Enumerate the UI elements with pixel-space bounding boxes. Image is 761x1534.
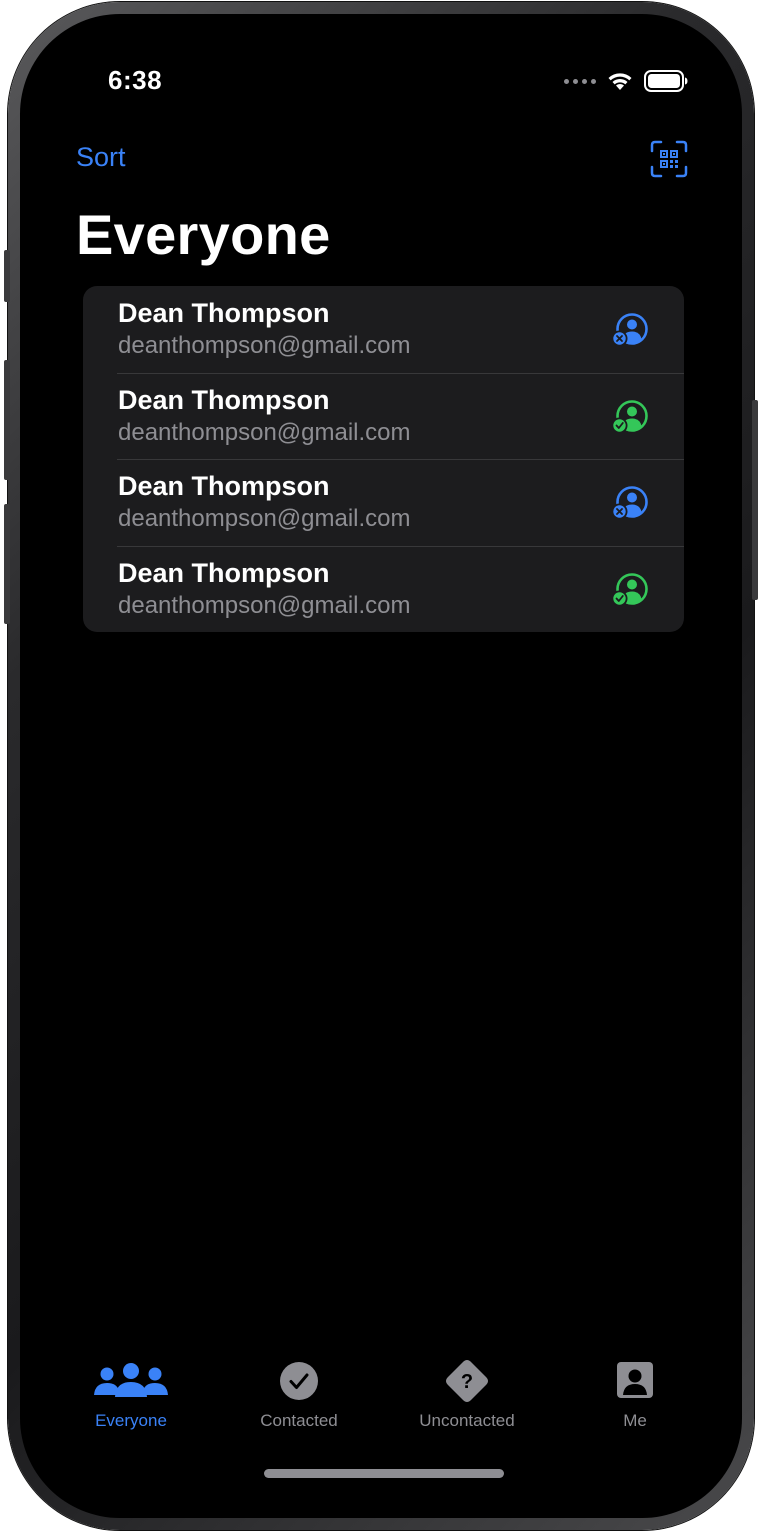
home-indicator[interactable] [264, 1469, 504, 1478]
contact-row[interactable]: Dean Thompson deanthompson@gmail.com [83, 459, 684, 546]
contact-name: Dean Thompson [118, 471, 330, 501]
contact-name: Dean Thompson [118, 298, 330, 328]
contact-email: deanthompson@gmail.com [118, 332, 411, 359]
tab-label: Me [623, 1411, 647, 1430]
people-icon [94, 1363, 168, 1397]
contact-list: Dean Thompson deanthompson@gmail.com Dea… [83, 286, 684, 632]
question-diamond-icon: ? [446, 1360, 488, 1402]
tab-label: Uncontacted [419, 1411, 515, 1430]
contact-row[interactable]: Dean Thompson deanthompson@gmail.com [83, 372, 684, 460]
tab-label: Contacted [260, 1411, 338, 1430]
person-check-icon[interactable] [611, 399, 649, 435]
contact-name: Dean Thompson [118, 557, 330, 588]
status-indicators [564, 70, 688, 92]
battery-icon [644, 70, 688, 92]
qr-scan-icon[interactable] [650, 140, 688, 178]
screen: 6:38 Sort Everyone Dean Thompson deantho… [20, 14, 742, 1518]
contact-row[interactable]: Dean Thompson deanthompson@gmail.com [83, 286, 684, 373]
contact-email: deanthompson@gmail.com [118, 591, 411, 619]
side-button-volume-down [4, 504, 10, 624]
checkmark-circle-icon [280, 1362, 318, 1400]
contact-email: deanthompson@gmail.com [118, 418, 411, 446]
tab-contacted[interactable]: Contacted [224, 1354, 374, 1434]
person-check-icon[interactable] [611, 572, 649, 608]
tab-label: Everyone [95, 1411, 167, 1430]
tab-bar: Everyone Contacted ? Uncontacted Me [20, 1354, 742, 1444]
page-title: Everyone [76, 203, 331, 266]
sort-button[interactable]: Sort [76, 142, 126, 173]
side-button-mute [4, 250, 10, 302]
status-time: 6:38 [108, 65, 163, 95]
svg-text:?: ? [461, 1371, 473, 1393]
contact-name: Dean Thompson [118, 384, 330, 415]
side-button-volume-up [4, 360, 10, 480]
wifi-icon [608, 73, 632, 90]
person-square-icon [617, 1362, 653, 1398]
tab-me[interactable]: Me [560, 1354, 710, 1434]
side-button-power [752, 400, 758, 600]
cellular-signal-icon [564, 78, 596, 84]
contact-row[interactable]: Dean Thompson deanthompson@gmail.com [83, 545, 684, 633]
contact-email: deanthompson@gmail.com [118, 505, 411, 532]
person-x-icon[interactable] [611, 312, 649, 348]
tab-everyone[interactable]: Everyone [56, 1354, 206, 1434]
person-x-icon[interactable] [611, 485, 649, 521]
tab-uncontacted[interactable]: ? Uncontacted [392, 1354, 542, 1434]
